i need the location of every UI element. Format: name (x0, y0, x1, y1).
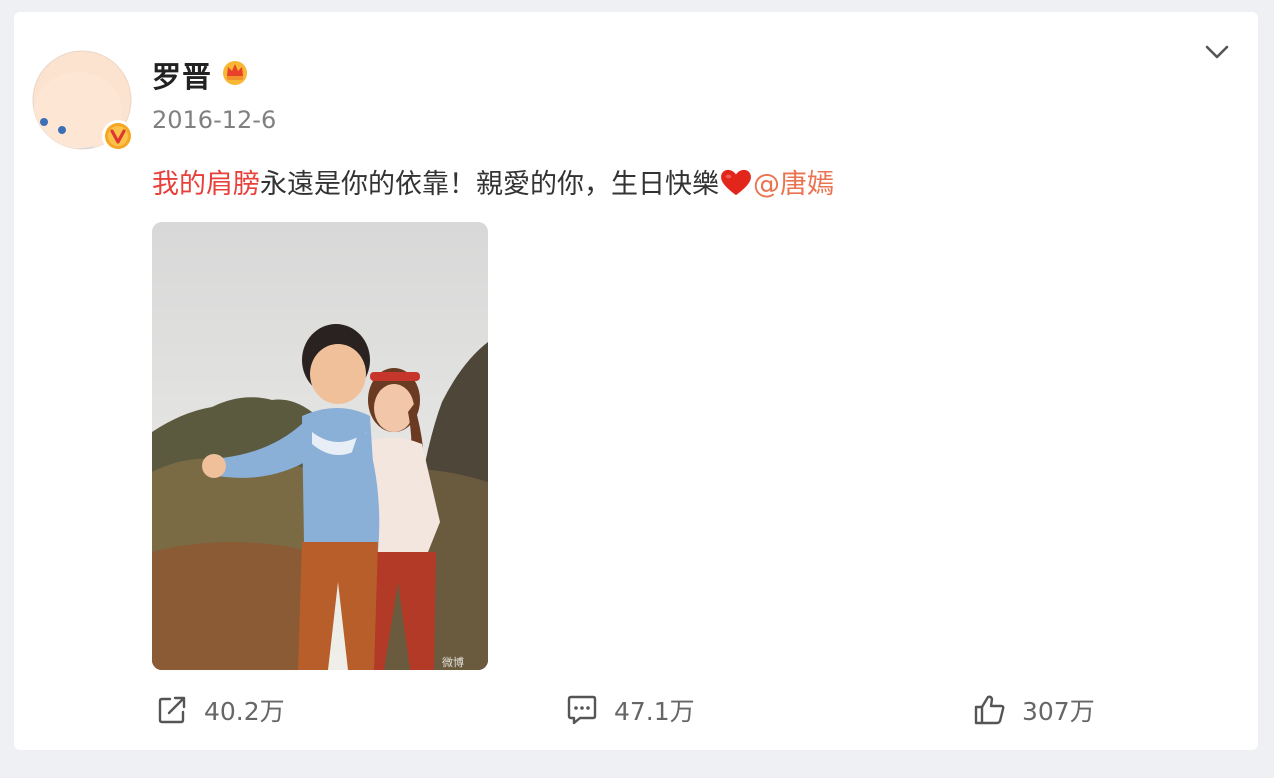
share-count: 40.2万 (204, 697, 285, 726)
comment-count: 47.1万 (614, 697, 695, 726)
share-icon (158, 696, 186, 724)
chevron-down-icon[interactable] (1204, 42, 1230, 62)
username[interactable]: 罗晋 (152, 54, 212, 96)
post-text-highlight: 我的肩膀 (152, 169, 260, 200)
post-text-body: 永遠是你的依靠！親愛的你，生日快樂 (260, 169, 719, 200)
share-button[interactable]: 40.2万 (154, 692, 285, 728)
post-photo[interactable]: 微博 (152, 222, 488, 670)
verified-badge-icon (102, 120, 134, 152)
thumbs-up-icon (974, 695, 1005, 725)
like-count: 307万 (1022, 697, 1095, 726)
post-date[interactable]: 2016-12-6 (152, 106, 276, 134)
weibo-post-card: 罗晋 2016-12-6 我的肩膀永遠是你的依靠！親愛的你，生日快樂 @唐嫣 微… (14, 12, 1258, 750)
post-text: 我的肩膀永遠是你的依靠！親愛的你，生日快樂 @唐嫣 (152, 162, 834, 201)
mention-link[interactable]: @唐嫣 (753, 169, 834, 200)
comment-icon (567, 695, 597, 725)
photo-watermark: 微博 (442, 655, 464, 669)
like-button[interactable]: 307万 (972, 692, 1095, 728)
comment-button[interactable]: 47.1万 (564, 692, 695, 728)
heart-icon (721, 169, 751, 196)
photo-image: 微博 (152, 222, 488, 670)
vip-crown-icon[interactable] (220, 58, 250, 86)
